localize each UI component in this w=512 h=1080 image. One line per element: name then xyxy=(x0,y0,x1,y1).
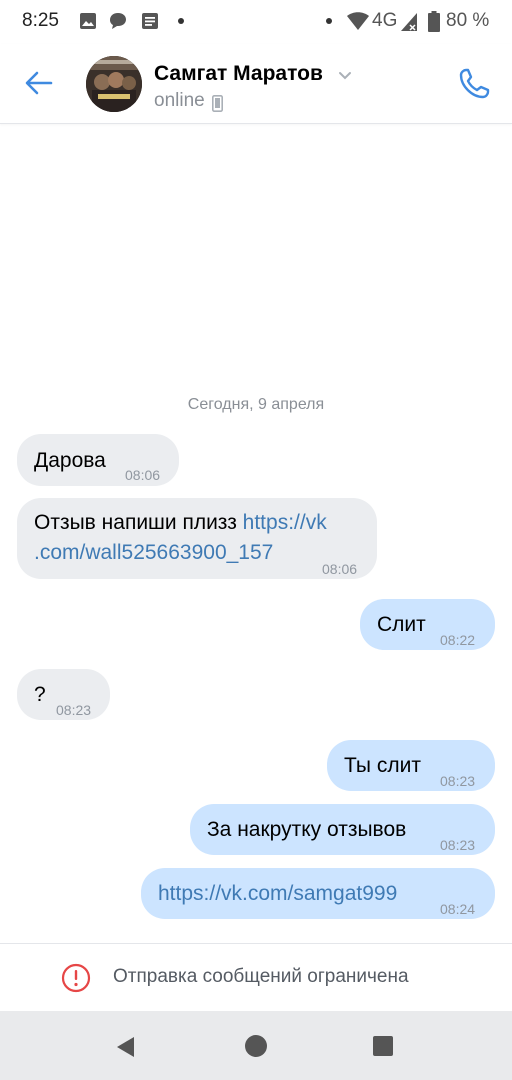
avatar-image xyxy=(86,56,142,112)
message-bubble-outgoing[interactable]: https://vk.com/samgat999 08:24 xyxy=(141,868,495,919)
message-bubble-outgoing[interactable]: Слит 08:22 xyxy=(360,599,495,650)
message-time: 08:23 xyxy=(440,837,476,853)
phone-call-icon[interactable] xyxy=(456,66,492,102)
system-nav-bar xyxy=(0,1011,512,1080)
message-time: 08:24 xyxy=(440,901,476,917)
message-link[interactable]: https://vk xyxy=(243,511,327,534)
message-link[interactable]: .com/wall525663900_157 xyxy=(34,538,365,568)
date-separator: Сегодня, 9 апреля xyxy=(187,396,325,413)
chat-header: Самгат Маратов online xyxy=(0,44,512,124)
image-icon xyxy=(80,13,96,29)
message-time: 08:22 xyxy=(440,632,476,648)
mobile-device-icon xyxy=(212,95,223,112)
message-text: Ты слит xyxy=(344,754,421,777)
signal-icon xyxy=(401,13,417,31)
message-time: 08:23 xyxy=(440,773,476,789)
battery-icon xyxy=(428,11,440,32)
message-text: ? xyxy=(34,683,46,706)
wifi-icon xyxy=(347,12,369,30)
message-time: 08:06 xyxy=(125,467,161,483)
warning-icon xyxy=(61,963,91,993)
contact-name[interactable]: Самгат Маратов xyxy=(154,62,323,86)
messaging-restricted-banner: Отправка сообщений ограничена xyxy=(0,943,512,1011)
message-text: Дарова xyxy=(34,449,106,472)
nav-back-icon[interactable] xyxy=(114,1035,138,1059)
back-arrow-icon[interactable] xyxy=(22,66,56,100)
message-text: Отзыв напиши плизз xyxy=(34,511,243,534)
nav-recents-icon[interactable] xyxy=(373,1036,393,1056)
message-bubble-outgoing[interactable]: За накрутку отзывов 08:23 xyxy=(190,804,495,855)
message-bubble-outgoing[interactable]: Ты слит 08:23 xyxy=(327,740,495,791)
message-time: 08:06 xyxy=(322,561,358,577)
avatar[interactable] xyxy=(86,56,142,112)
message-text: За накрутку отзывов xyxy=(207,818,407,841)
dot-icon xyxy=(326,18,332,24)
restriction-text: Отправка сообщений ограничена xyxy=(113,966,409,987)
news-icon xyxy=(142,13,158,29)
status-time: 8:25 xyxy=(22,10,59,31)
chat-icon xyxy=(110,13,126,29)
chevron-down-icon[interactable] xyxy=(337,68,353,84)
message-bubble-incoming[interactable]: ? 08:23 xyxy=(17,669,110,720)
status-bar: 8:25 4G 80 % xyxy=(0,0,512,44)
online-status: online xyxy=(154,90,205,111)
message-bubble-incoming[interactable]: Отзыв напиши плизз https://vk .com/wall5… xyxy=(17,498,377,579)
dot-icon xyxy=(178,18,184,24)
nav-home-icon[interactable] xyxy=(245,1035,267,1057)
message-bubble-incoming[interactable]: Дарова 08:06 xyxy=(17,434,179,486)
network-type: 4G xyxy=(372,10,398,31)
message-time: 08:23 xyxy=(56,702,92,718)
battery-percent: 80 % xyxy=(446,10,490,31)
message-link[interactable]: https://vk.com/samgat999 xyxy=(158,882,397,905)
message-text: Слит xyxy=(377,613,426,636)
